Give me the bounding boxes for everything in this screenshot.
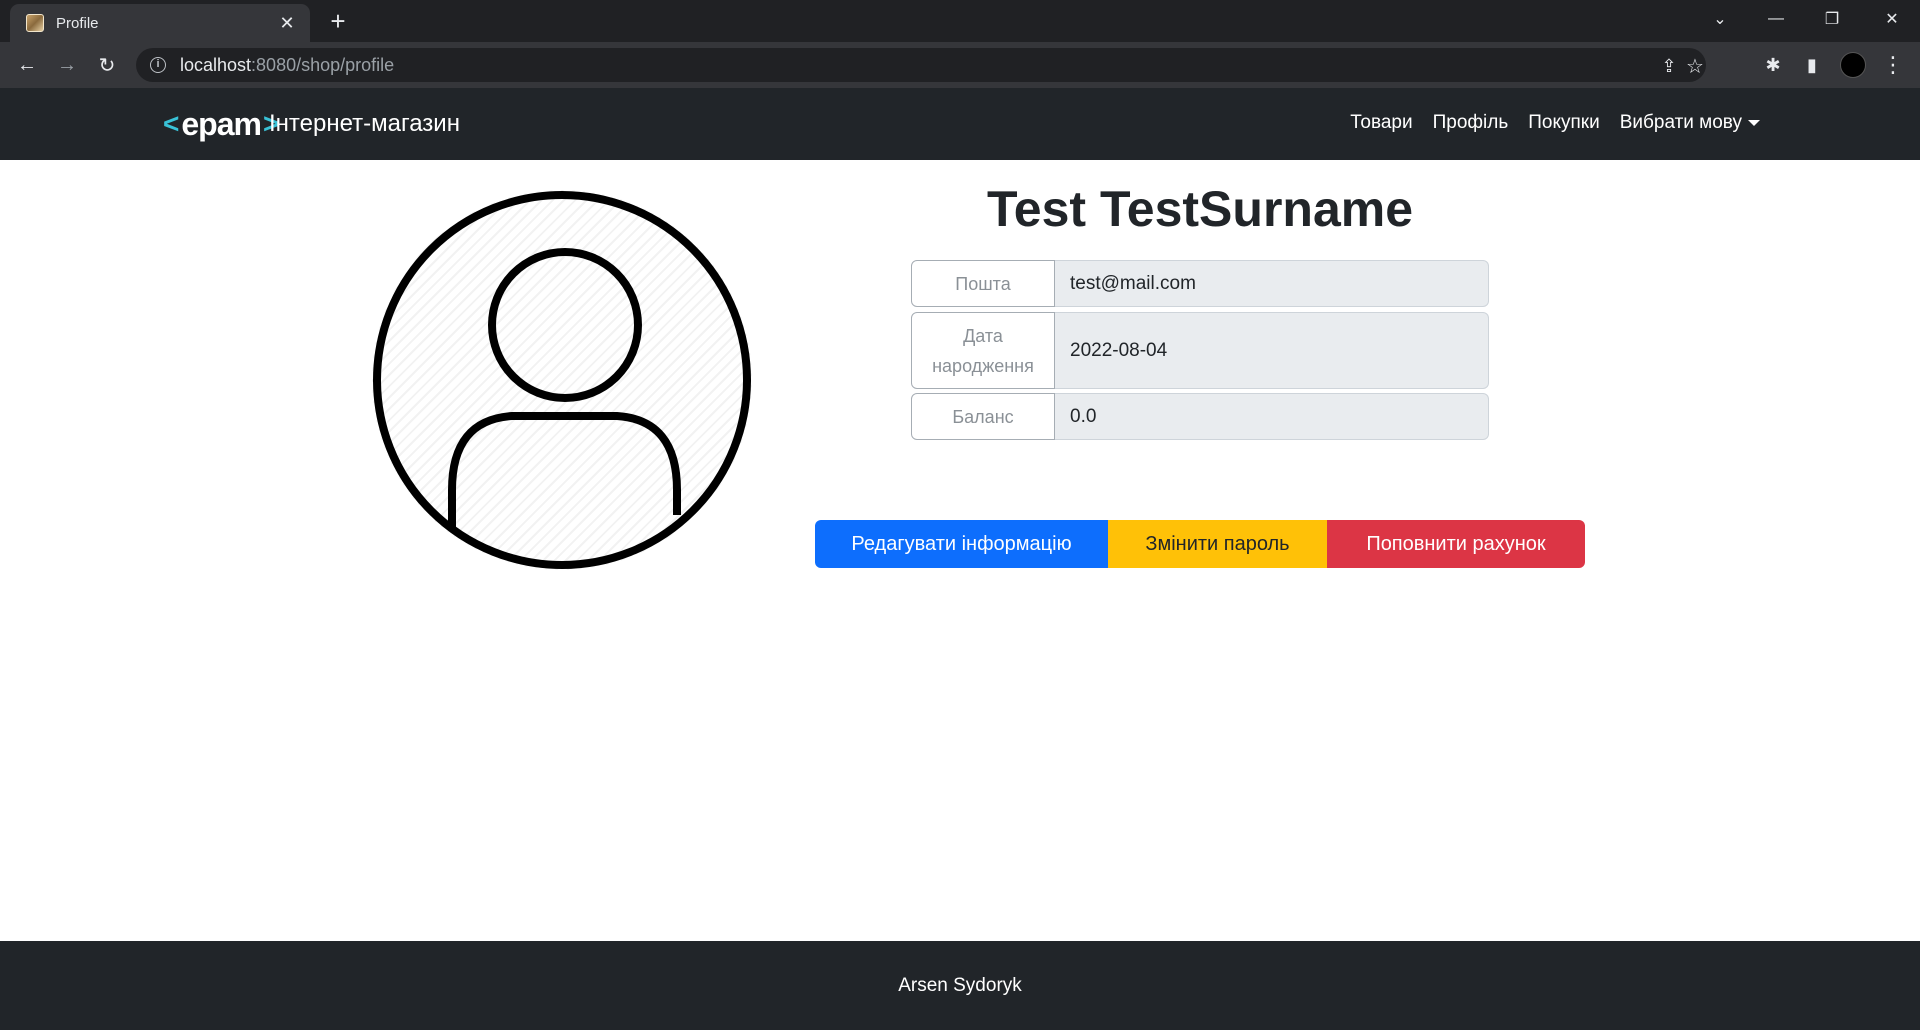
restore-button[interactable]: ❐	[1804, 0, 1860, 38]
tab-title: Profile	[56, 14, 99, 32]
back-button[interactable]: ←	[12, 50, 42, 80]
footer-author: Arsen Sydoryk	[898, 974, 1022, 996]
language-dropdown-label: Вибрати мову	[1619, 112, 1742, 133]
caret-down-icon	[1748, 119, 1760, 126]
site-favicon-icon	[26, 14, 44, 32]
minimize-button[interactable]: —	[1748, 0, 1804, 38]
email-label: Пошта	[911, 260, 1055, 307]
reload-button[interactable]: ↻	[92, 50, 122, 80]
url-host: localhost	[180, 54, 252, 75]
extensions-icon[interactable]: ✱	[1758, 50, 1788, 80]
nav-link-products[interactable]: Товари	[1350, 112, 1412, 134]
browser-tabstrip: Profile ✕ + ⌄ — ❐ ✕	[0, 0, 1920, 42]
balance-label: Баланс	[911, 393, 1055, 440]
window-close-button[interactable]: ✕	[1864, 0, 1920, 38]
logo-text: epam	[181, 106, 262, 142]
user-avatar	[372, 190, 752, 570]
profile-avatar-button[interactable]	[1838, 50, 1868, 80]
nav-language-dropdown[interactable]: Вибрати мову	[1620, 112, 1760, 134]
tab-close-icon[interactable]: ✕	[276, 13, 298, 34]
tab-search-icon[interactable]: ⌄	[1692, 0, 1748, 38]
balance-row: Баланс 0.0	[911, 393, 1489, 440]
logo-left-bracket: <	[163, 108, 180, 139]
side-panel-icon[interactable]: ▮	[1797, 50, 1827, 80]
nav-link-profile[interactable]: Профіль	[1433, 112, 1509, 134]
email-row: Пошта test@mail.com	[911, 260, 1489, 307]
birthdate-value: 2022-08-04	[1055, 312, 1489, 389]
new-tab-button[interactable]: +	[324, 8, 352, 36]
profile-avatar-icon	[1840, 52, 1866, 78]
browser-toolbar: ← → ↻ i localhost :8080/shop/profile ⇪ ☆…	[0, 42, 1920, 88]
profile-actions: Редагувати інформацію Змінити пароль Поп…	[815, 520, 1585, 568]
site-footer: Arsen Sydoryk	[0, 941, 1920, 1030]
edit-info-button[interactable]: Редагувати інформацію	[815, 520, 1108, 568]
profile-name: Test TestSurname	[986, 181, 1414, 237]
change-password-button[interactable]: Змінити пароль	[1108, 520, 1327, 568]
birthdate-row: Дата народження 2022-08-04	[911, 312, 1489, 389]
top-up-balance-button[interactable]: Поповнити рахунок	[1327, 520, 1585, 568]
share-icon[interactable]: ⇪	[1658, 56, 1680, 77]
site-navbar: < epam > Інтернет-магазин Товари Профіль…	[0, 88, 1920, 160]
site-brand[interactable]: Інтернет-магазин	[269, 110, 460, 138]
nav-links: Товари Профіль Покупки Вибрати мову	[1350, 112, 1760, 134]
browser-tab[interactable]: Profile ✕	[10, 4, 310, 42]
birthdate-label: Дата народження	[911, 312, 1055, 389]
forward-button[interactable]: →	[52, 50, 82, 80]
balance-value: 0.0	[1055, 393, 1489, 440]
site-info-icon[interactable]: i	[150, 57, 166, 73]
browser-menu-icon[interactable]: ⋮	[1878, 50, 1908, 80]
nav-link-purchases[interactable]: Покупки	[1528, 112, 1599, 134]
bookmark-star-icon[interactable]: ☆	[1684, 54, 1706, 79]
url-path: :8080/shop/profile	[251, 54, 395, 75]
address-bar[interactable]: i localhost :8080/shop/profile ⇪ ☆	[136, 48, 1706, 82]
epam-logo[interactable]: < epam >	[163, 106, 279, 142]
user-silhouette-icon	[373, 191, 751, 569]
email-value: test@mail.com	[1055, 260, 1489, 307]
